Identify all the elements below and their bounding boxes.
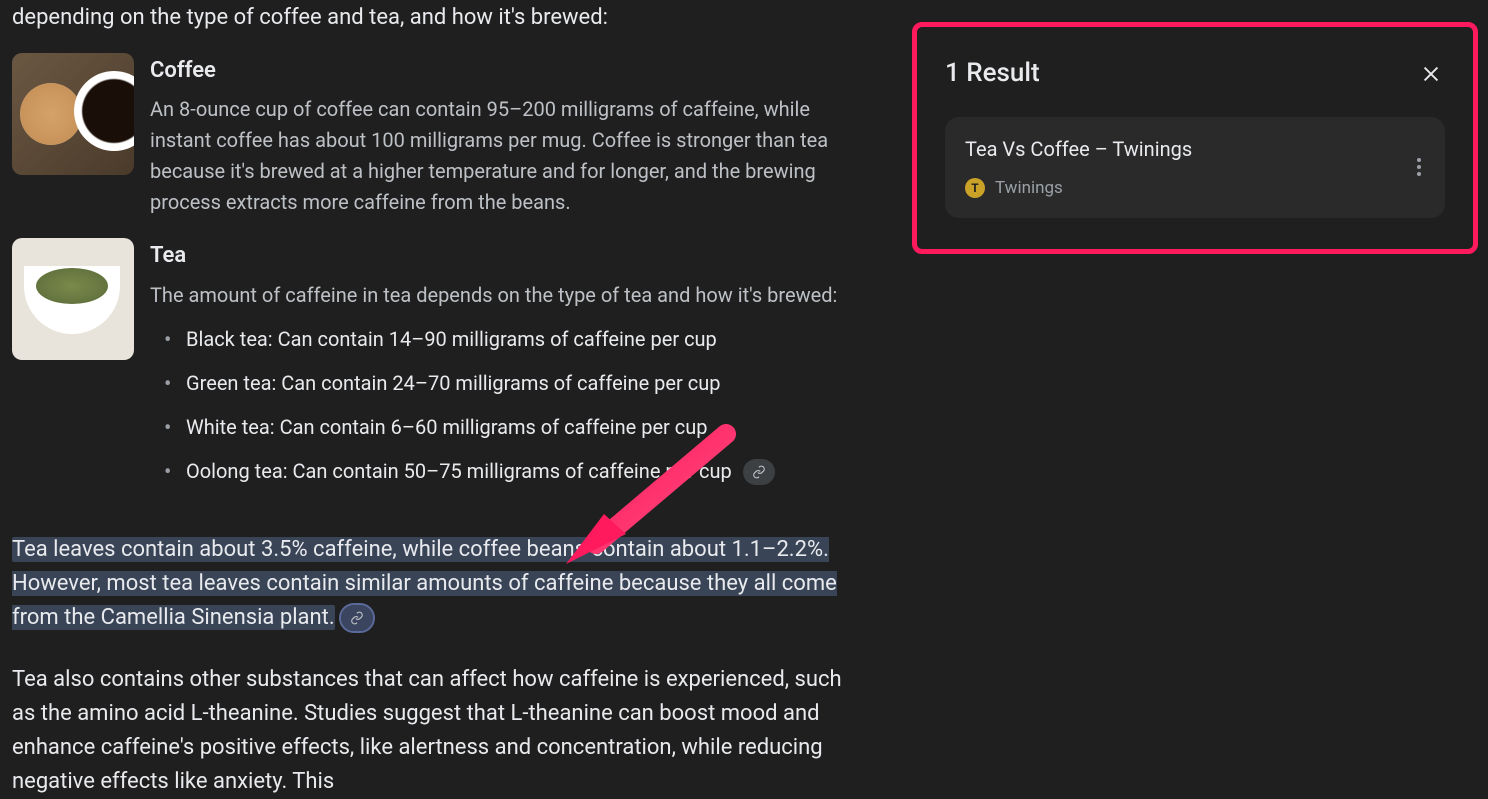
main-article: depending on the type of coffee and tea,… [0,0,870,799]
list-item: Black tea: Can contain 14–90 milligrams … [150,323,858,355]
source-link-icon[interactable] [743,459,775,485]
tea-description: The amount of caffeine in tea depends on… [150,280,858,311]
list-item: Oolong tea: Can contain 50–75 milligrams… [150,455,858,487]
list-item: Green tea: Can contain 24–70 milligrams … [150,367,858,399]
result-source: T Twinings [965,175,1425,202]
coffee-thumbnail [12,53,134,175]
tea-list: Black tea: Can contain 14–90 milligrams … [150,323,858,487]
result-card[interactable]: Tea Vs Coffee – Twinings T Twinings [945,117,1445,218]
source-name: Twinings [995,175,1063,202]
list-item-text: Oolong tea: Can contain 50–75 milligrams… [186,459,732,483]
source-link-icon[interactable] [341,605,373,631]
followup-paragraph: Tea also contains other substances that … [12,663,858,799]
coffee-heading: Coffee [150,53,858,88]
more-options-icon[interactable] [1407,155,1431,179]
highlighted-paragraph: Tea leaves contain about 3.5% caffeine, … [12,533,858,635]
favicon-icon: T [965,178,985,198]
tea-thumbnail [12,238,134,360]
results-panel: 1 Result Tea Vs Coffee – Twinings T Twin… [912,22,1478,254]
intro-fragment: depending on the type of coffee and tea,… [12,0,858,35]
list-item: White tea: Can contain 6–60 milligrams o… [150,411,858,443]
tea-section: Tea The amount of caffeine in tea depend… [12,238,858,498]
result-title: Tea Vs Coffee – Twinings [965,133,1425,165]
close-icon[interactable] [1417,60,1445,88]
results-count: 1 Result [945,53,1040,95]
coffee-section: Coffee An 8-ounce cup of coffee can cont… [12,53,858,218]
coffee-description: An 8-ounce cup of coffee can contain 95–… [150,94,858,218]
highlighted-text: Tea leaves contain about 3.5% caffeine, … [12,537,837,630]
tea-heading: Tea [150,238,858,273]
